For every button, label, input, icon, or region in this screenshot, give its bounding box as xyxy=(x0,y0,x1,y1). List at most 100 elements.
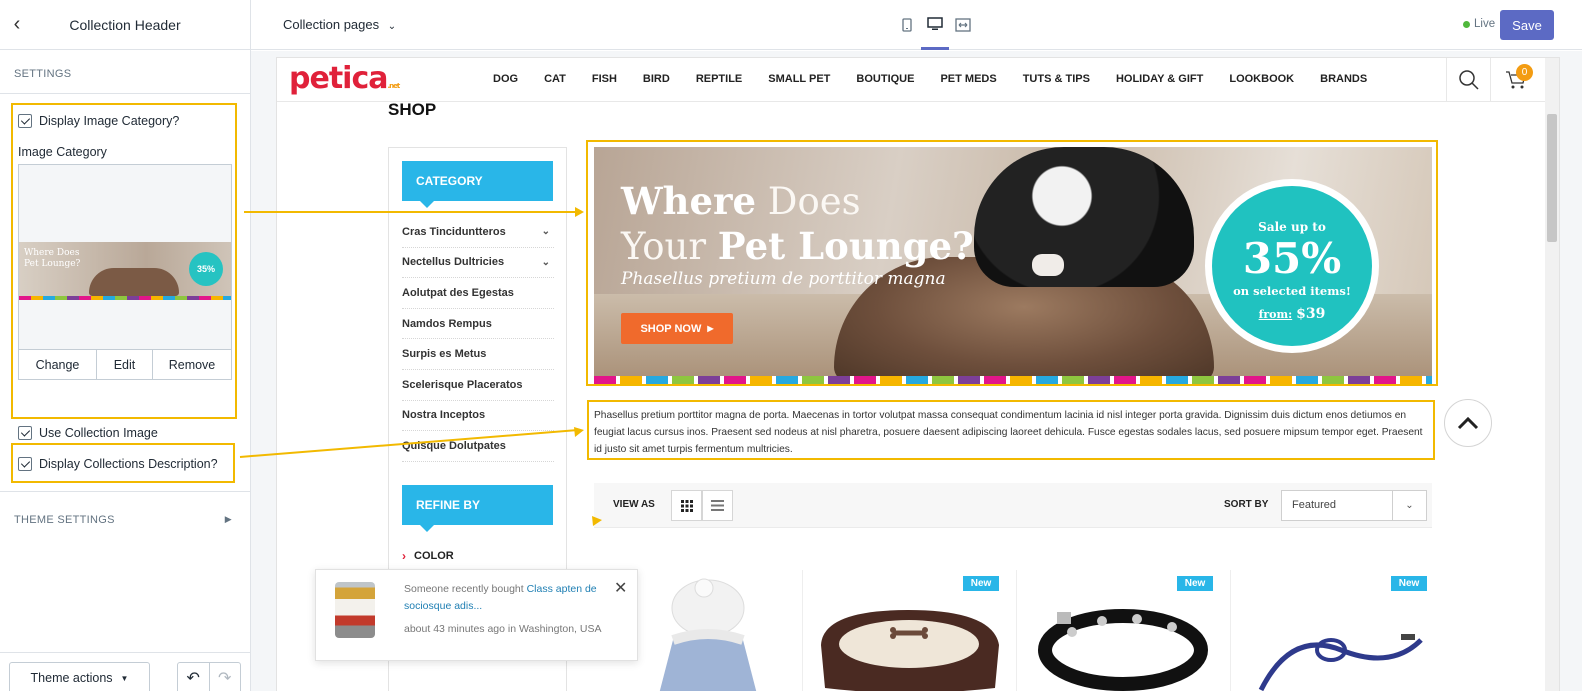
settings-section-label: SETTINGS xyxy=(14,68,72,80)
sort-by-label: SORT BY xyxy=(1224,499,1269,510)
product-thumbnail[interactable] xyxy=(335,582,375,638)
category-heading: CATEGORY xyxy=(402,161,553,208)
cart-count-badge: 0 xyxy=(1516,64,1533,81)
banner-subtitle: Phasellus pretium de porttitor magna xyxy=(621,269,946,289)
sale-badge: Sale up to 35% on selected items! from: $… xyxy=(1205,179,1379,353)
live-status: Live xyxy=(1463,18,1495,30)
grid-view-icon[interactable] xyxy=(671,490,702,521)
main-nav: DOG CAT FISH BIRD REPTILE SMALL PET BOUT… xyxy=(493,73,1393,85)
sort-by-select[interactable]: Featured ⌄ xyxy=(1281,490,1427,521)
new-badge: New xyxy=(1391,576,1427,591)
back-to-top-button[interactable] xyxy=(1444,399,1492,447)
highlight-description-setting xyxy=(11,443,235,483)
nav-item-bird[interactable]: BIRD xyxy=(643,73,670,85)
product-card[interactable]: New xyxy=(802,570,1015,691)
shop-now-button[interactable]: SHOP NOW ▶ xyxy=(621,313,733,344)
save-button[interactable]: Save xyxy=(1500,10,1554,40)
list-view-icon[interactable] xyxy=(702,490,733,521)
recent-purchase-popup: Someone recently bought Class apten de s… xyxy=(315,569,638,661)
chevron-down-icon: ⌄ xyxy=(1392,491,1426,520)
badge-top-text: Sale up to xyxy=(1258,220,1326,234)
nav-item-holiday-gift[interactable]: HOLIDAY & GIFT xyxy=(1116,73,1203,85)
highlight-image-category xyxy=(11,103,237,419)
collection-description: Phasellus pretium porttitor magna de por… xyxy=(594,410,1423,455)
banner-dog-paw xyxy=(1032,254,1064,276)
collection-banner: Where Does Your Pet Lounge? Phasellus pr… xyxy=(594,147,1432,384)
caret-right-icon: ▶ xyxy=(224,514,232,524)
chevron-down-icon[interactable]: ⌄ xyxy=(542,226,554,237)
live-label: Live xyxy=(1474,18,1496,30)
redo-icon[interactable]: ↷ xyxy=(208,663,241,691)
collection-toolbar: VIEW AS SORT BY Featured ⌄ xyxy=(594,483,1432,528)
full-width-view-icon[interactable] xyxy=(949,0,977,50)
scrollbar[interactable] xyxy=(1545,58,1559,691)
caret-right-icon: ▶ xyxy=(707,324,714,333)
nav-item-small-pet[interactable]: SMALL PET xyxy=(768,73,830,85)
store-logo[interactable]: petica.net xyxy=(289,61,400,96)
cart-icon[interactable]: 0 xyxy=(1490,58,1540,102)
page-type-select[interactable]: Collection pages ⌄ xyxy=(283,17,396,32)
nav-item-tuts-tips[interactable]: TUTS & TIPS xyxy=(1023,73,1090,85)
nav-item-cat[interactable]: CAT xyxy=(544,73,566,85)
desktop-view-icon[interactable] xyxy=(921,0,949,50)
store-header: petica.net DOG CAT FISH BIRD REPTILE SMA… xyxy=(277,58,1547,102)
category-item[interactable]: Nectellus Dultricies ⌄ xyxy=(402,248,554,279)
nav-item-fish[interactable]: FISH xyxy=(592,73,617,85)
storefront: petica.net DOG CAT FISH BIRD REPTILE SMA… xyxy=(276,57,1560,691)
chevron-down-icon: ⌄ xyxy=(387,21,397,32)
live-dot-icon xyxy=(1463,20,1470,28)
badge-percent: 35% xyxy=(1242,234,1342,283)
editor-topbar: Collection pages ⌄ Live Save xyxy=(251,0,1582,50)
use-collection-image-checkbox[interactable]: Use Collection Image xyxy=(18,426,158,440)
theme-actions-button[interactable]: Theme actions ▼ xyxy=(9,662,150,691)
sort-value: Featured xyxy=(1292,499,1337,511)
divider xyxy=(0,93,250,94)
page-select-label: Collection pages xyxy=(283,17,380,32)
category-item[interactable]: Quisque Dolutpates xyxy=(402,431,554,462)
chevron-down-icon[interactable]: ⌄ xyxy=(542,257,554,268)
theme-settings-section[interactable]: THEME SETTINGS ▶ xyxy=(14,514,232,526)
checkbox-label: Use Collection Image xyxy=(39,426,158,440)
panel-title: Collection Header xyxy=(69,16,181,33)
settings-panel: ‹ Collection Header SETTINGS Display Ima… xyxy=(0,0,251,691)
nav-item-boutique[interactable]: BOUTIQUE xyxy=(856,73,914,85)
page-title: SHOP xyxy=(388,100,437,119)
product-card[interactable]: New xyxy=(1016,570,1229,691)
color-filter-label: COLOR xyxy=(414,550,454,562)
nav-item-reptile[interactable]: REPTILE xyxy=(696,73,742,85)
panel-header: ‹ Collection Header xyxy=(0,0,250,50)
checkbox-checked-icon[interactable] xyxy=(18,426,32,440)
nav-item-brands[interactable]: BRANDS xyxy=(1320,73,1367,85)
theme-editor: ‹ Collection Header SETTINGS Display Ima… xyxy=(0,0,1582,691)
refine-heading: REFINE BY xyxy=(402,485,553,532)
nav-item-pet-meds[interactable]: PET MEDS xyxy=(940,73,996,85)
category-item[interactable]: Aolutpat des Egestas xyxy=(402,278,554,309)
back-icon[interactable]: ‹ xyxy=(0,0,34,50)
category-item[interactable]: Namdos Rempus xyxy=(402,309,554,340)
category-item[interactable]: Nostra Inceptos xyxy=(402,401,554,432)
close-icon[interactable]: ✕ xyxy=(614,578,627,598)
banner-dog-image xyxy=(974,147,1194,287)
scrollbar-thumb[interactable] xyxy=(1547,114,1557,242)
banner-color-stripe xyxy=(594,376,1432,384)
banner-title: Where Does Your Pet Lounge? xyxy=(621,179,974,268)
category-item[interactable]: Cras Tinciduntteros ⌄ xyxy=(402,217,554,248)
category-item[interactable]: Scelerisque Placeratos xyxy=(402,370,554,401)
toast-message: Someone recently bought Class apten de s… xyxy=(404,583,597,612)
category-item[interactable]: Surpis es Metus xyxy=(402,339,554,370)
nav-item-dog[interactable]: DOG xyxy=(493,73,518,85)
new-badge: New xyxy=(963,576,999,591)
mobile-view-icon[interactable] xyxy=(893,0,921,50)
theme-settings-label: THEME SETTINGS xyxy=(14,514,115,526)
badge-mid-text: on selected items! xyxy=(1233,284,1351,298)
divider xyxy=(0,491,250,492)
nav-item-lookbook[interactable]: LOOKBOOK xyxy=(1229,73,1294,85)
product-card[interactable]: New xyxy=(1230,570,1443,691)
new-badge: New xyxy=(1177,576,1213,591)
divider xyxy=(0,652,250,653)
badge-price: from: $39 xyxy=(1258,306,1326,322)
caret-down-icon: ▼ xyxy=(120,673,129,683)
refine-color-filter[interactable]: › COLOR xyxy=(402,549,454,563)
search-icon[interactable] xyxy=(1446,58,1490,102)
undo-icon[interactable]: ↶ xyxy=(178,663,209,691)
